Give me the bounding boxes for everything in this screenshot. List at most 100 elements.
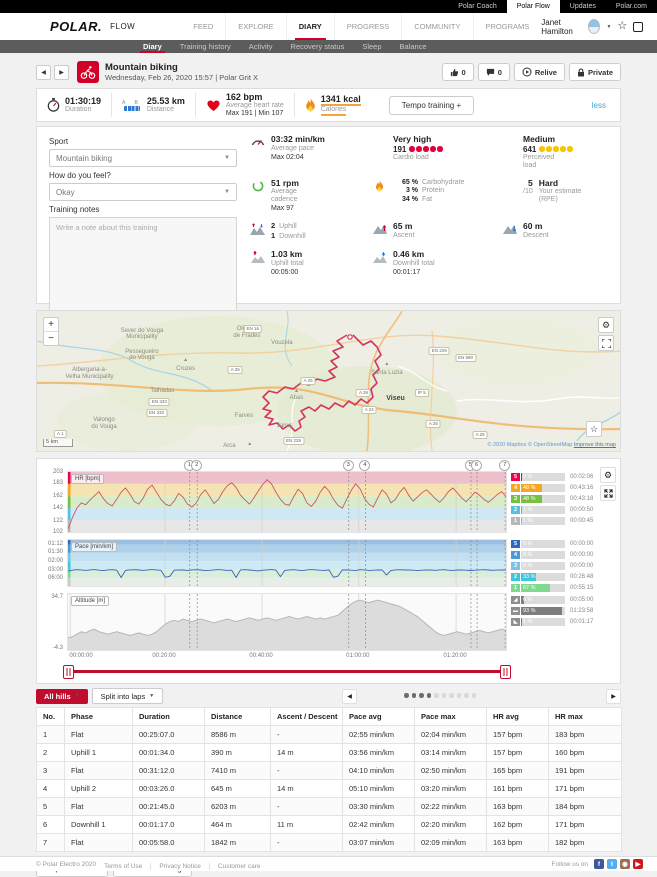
lap-marker-7[interactable]: 7 — [499, 460, 510, 471]
chevron-down-icon[interactable]: ▼ — [606, 24, 611, 30]
comment-button[interactable]: 0 — [478, 63, 510, 81]
map-style-button[interactable]: ⚙ — [598, 317, 614, 333]
lap-marker-3[interactable]: 3 — [343, 460, 354, 471]
energy-name: Fat — [422, 196, 432, 205]
altitude-m-plot[interactable]: Altitude [m] — [67, 593, 507, 651]
pager-dot[interactable] — [449, 693, 454, 698]
nav-item-diary[interactable]: DIARY — [286, 13, 334, 40]
topbar-link-updates[interactable]: Updates — [560, 0, 606, 13]
nav-item-feed[interactable]: FEED — [181, 13, 225, 40]
load-dot — [567, 146, 573, 152]
subnav-item-balance[interactable]: Balance — [391, 40, 436, 53]
lap-cell: 00:21:45.0 — [133, 798, 205, 816]
polar-flow-page: Polar CoachPolar FlowUpdatesPolar.com PO… — [0, 0, 657, 871]
road-badge-ip-5: IP 5 — [415, 389, 429, 397]
column-hr-avg: HR avg — [487, 708, 549, 726]
lap-marker-2[interactable]: 2 — [191, 460, 202, 471]
nav-item-progress[interactable]: PROGRESS — [334, 13, 402, 40]
pace-zones-legend: 50 %00:00:0040 %00:00:0030 %00:00:00233 … — [511, 539, 619, 594]
chart-settings-gear-icon[interactable]: ⚙ — [600, 467, 616, 483]
training-benefit-button[interactable]: Tempo training + — [389, 96, 474, 115]
topbar-link-polar-com[interactable]: Polar.com — [606, 0, 657, 13]
less-link[interactable]: less — [592, 101, 606, 110]
lap-cell: 03:14 min/km — [415, 744, 487, 762]
nav-item-explore[interactable]: EXPLORE — [225, 13, 285, 40]
nav-item-community[interactable]: COMMUNITY — [401, 13, 472, 40]
pager-dot[interactable] — [419, 693, 424, 698]
lap-cell: 8586 m — [205, 726, 271, 744]
footer-link-privacy-notice[interactable]: Privacy Notice — [150, 863, 209, 870]
user-name[interactable]: Janet Hamilton — [541, 18, 582, 36]
pager-prev-button[interactable]: ◀ — [342, 689, 357, 704]
load-dot — [546, 146, 552, 152]
subnav-item-sleep[interactable]: Sleep — [353, 40, 390, 53]
avatar[interactable] — [588, 19, 600, 34]
prev-session-button[interactable]: ◀ — [36, 65, 51, 80]
y-tick: 01:12 — [48, 541, 63, 547]
facebook-icon[interactable]: f — [594, 859, 604, 869]
map-favorite-button[interactable]: ☆ — [586, 421, 602, 437]
calories-value[interactable]: 1341 kcal — [321, 94, 361, 106]
pager-dot[interactable] — [434, 693, 439, 698]
pager-dot[interactable] — [472, 693, 477, 698]
lap-cell: 02:55 min/km — [343, 726, 415, 744]
zone-legend-row: 11 %00:00:45 — [511, 516, 619, 525]
pager-next-button[interactable]: ▶ — [606, 689, 621, 704]
relive-button[interactable]: Relive — [514, 63, 565, 81]
youtube-icon[interactable]: ▶ — [633, 859, 643, 869]
lap-cell: 6 — [37, 816, 65, 834]
lap-row: 5Flat00:21:45.06203 m-03:30 min/km02:22 … — [37, 798, 622, 816]
nav-item-programs[interactable]: PROGRAMS — [473, 13, 542, 40]
route-map[interactable]: Sever do Vouga MunicipalityPessegueiro d… — [36, 310, 621, 452]
topbar-link-polar-coach[interactable]: Polar Coach — [448, 0, 507, 13]
hr-bpm-plot[interactable]: HR [bpm] — [67, 471, 507, 533]
y-axis: 01:1201:3002:0003:0006:00 — [41, 539, 65, 587]
time-range-slider[interactable] — [67, 665, 507, 677]
zone-pct: 0 % — [523, 562, 532, 570]
pager-dot[interactable] — [442, 693, 447, 698]
lap-marker-4[interactable]: 4 — [359, 460, 370, 471]
x-tick: 00:00:00 — [69, 653, 92, 659]
favorites-star-icon[interactable]: ☆ — [617, 21, 627, 32]
footer-link-terms-of-use[interactable]: Terms of Use — [104, 863, 150, 870]
laps-filter-button[interactable]: All hills▼ — [36, 689, 88, 704]
zoom-out-button[interactable]: − — [44, 332, 58, 345]
footer-link-customer-care[interactable]: Customer care — [209, 863, 269, 870]
split-into-laps-button[interactable]: Split into laps▼ — [92, 688, 164, 704]
next-session-button[interactable]: ▶ — [54, 65, 69, 80]
slider-handle-left[interactable] — [63, 665, 74, 679]
improve-map-link[interactable]: Improve this map — [574, 442, 616, 448]
subnav-item-recovery-status[interactable]: Recovery status — [282, 40, 354, 53]
x-tick: 00:20:00 — [152, 653, 175, 659]
instagram-icon[interactable]: ◉ — [620, 859, 630, 869]
column-phase: Phase — [65, 708, 133, 726]
zone-time: 00:43:16 — [570, 485, 593, 491]
zone-time: 00:00:45 — [570, 518, 593, 524]
feel-select[interactable]: Okay▼ — [49, 183, 237, 201]
chart-expand-icon[interactable] — [600, 485, 616, 501]
twitter-icon[interactable]: t — [607, 859, 617, 869]
lap-marker-6[interactable]: 6 — [471, 460, 482, 471]
diary-subnav: DiaryTraining historyActivityRecovery st… — [0, 40, 657, 53]
map-label-talhadas: Talhadas — [150, 388, 174, 395]
sport-select[interactable]: Mountain biking▼ — [49, 149, 237, 167]
like-button[interactable]: 0 — [442, 63, 474, 81]
notifications-icon[interactable] — [633, 22, 643, 32]
subnav-item-diary[interactable]: Diary — [134, 40, 171, 53]
subnav-item-training-history[interactable]: Training history — [171, 40, 240, 53]
training-notes-input[interactable]: Write a note about this training — [49, 217, 237, 313]
subnav-item-activity[interactable]: Activity — [240, 40, 282, 53]
pager-dot[interactable] — [412, 693, 417, 698]
topbar-link-polar-flow[interactable]: Polar Flow — [507, 0, 560, 13]
slider-handle-right[interactable] — [500, 665, 511, 679]
pace-min-km-plot[interactable]: Pace [min/km] — [67, 539, 507, 587]
map-fullscreen-button[interactable] — [598, 335, 614, 351]
zoom-in-button[interactable]: + — [44, 318, 58, 332]
pager-dot[interactable] — [457, 693, 462, 698]
private-button[interactable]: Private — [569, 63, 621, 81]
pager-dot[interactable] — [464, 693, 469, 698]
zone-pct: 0 % — [523, 540, 532, 548]
pager-dot[interactable] — [427, 693, 432, 698]
pager-dot[interactable] — [404, 693, 409, 698]
lap-cell: Flat — [65, 762, 133, 780]
